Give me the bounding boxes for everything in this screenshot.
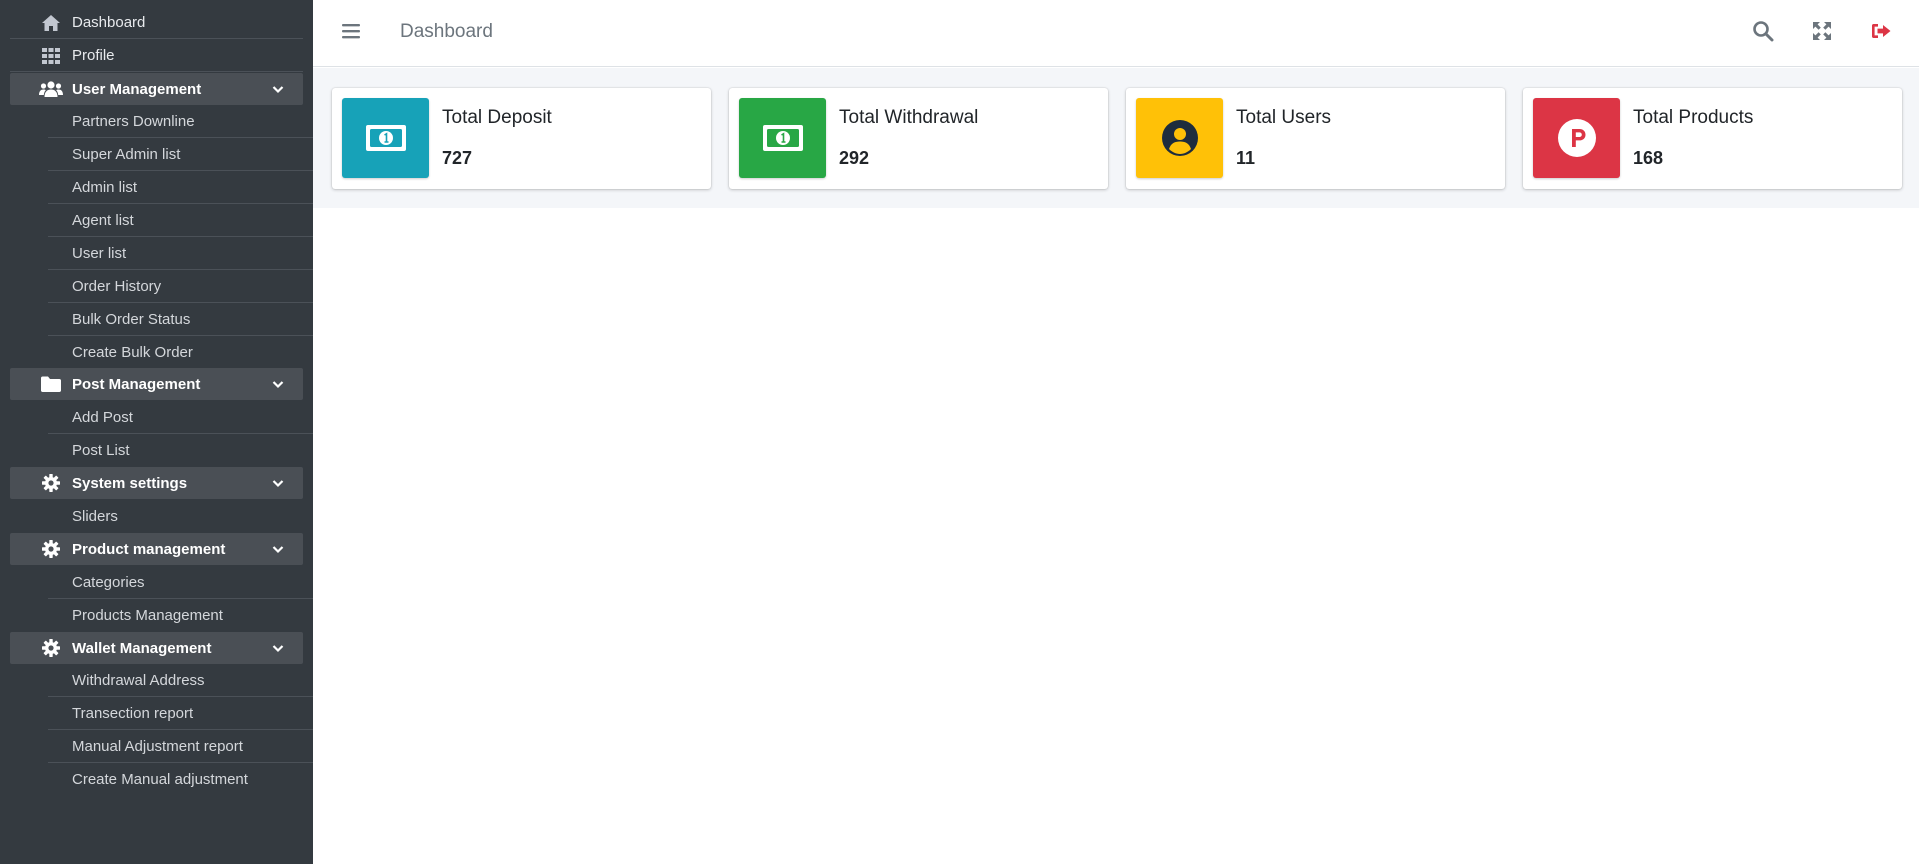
stat-label: Total Deposit: [442, 107, 552, 128]
main-content: Total Deposit 727 Total Withdrawal 292 T…: [313, 68, 1919, 208]
sidebar-item-profile[interactable]: Profile: [10, 40, 303, 72]
search-icon[interactable]: [1752, 20, 1774, 42]
sidebar-item-label: Dashboard: [72, 14, 146, 31]
sidebar-item-label: User list: [72, 244, 127, 262]
sidebar-item-label: Wallet Management: [72, 639, 212, 657]
sidebar-item-wallet-management[interactable]: Wallet Management: [10, 632, 303, 664]
sidebar-item-label: Product management: [72, 540, 226, 558]
grid-icon: [39, 46, 63, 66]
sidebar-item-super-admin-list[interactable]: Super Admin list: [48, 138, 313, 171]
sidebar-item-user-list[interactable]: User list: [48, 237, 313, 270]
sidebar-item-label: Transection report: [72, 704, 194, 722]
sidebar-item-label: Super Admin list: [72, 145, 181, 163]
chevron-down-icon: [271, 542, 285, 556]
sidebar-item-label: Add Post: [72, 408, 133, 426]
stat-value: 11: [1236, 148, 1256, 168]
sidebar-item-label: Order History: [72, 277, 162, 295]
sidebar-item-label: Create Bulk Order: [72, 344, 193, 361]
sidebar-item-user-management[interactable]: User Management: [10, 73, 303, 105]
sidebar-item-post-list[interactable]: Post List: [48, 434, 313, 467]
stat-value: 727: [442, 148, 473, 168]
sidebar-item-transection-report[interactable]: Transection report: [48, 697, 313, 730]
expand-icon[interactable]: [1811, 20, 1833, 42]
sidebar-item-label: Products Management: [72, 607, 223, 624]
sidebar-item-withdrawal-address[interactable]: Withdrawal Address: [48, 664, 313, 697]
sidebar-item-admin-list[interactable]: Admin list: [48, 171, 313, 204]
stat-card-total-products[interactable]: Total Products 168: [1523, 88, 1902, 189]
sidebar-item-label: Create Manual adjustment: [72, 771, 248, 788]
sidebar-item-dashboard[interactable]: Dashboard: [10, 7, 303, 39]
chevron-down-icon: [271, 476, 285, 490]
sidebar-item-products-management[interactable]: Products Management: [48, 599, 313, 632]
page-title[interactable]: Dashboard: [400, 21, 493, 43]
home-icon: [39, 13, 63, 33]
sidebar-item-label: Manual Adjustment report: [72, 737, 243, 755]
stat-label: Total Withdrawal: [839, 107, 979, 128]
sidebar-item-manual-adjustment-report[interactable]: Manual Adjustment report: [48, 730, 313, 763]
stat-value: 168: [1633, 148, 1664, 168]
sidebar-item-add-post[interactable]: Add Post: [48, 401, 313, 434]
sidebar-item-label: User Management: [72, 80, 202, 98]
sidebar-item-label: Categories: [72, 573, 145, 591]
sidebar-item-label: Withdrawal Address: [72, 671, 205, 689]
sidebar-item-order-history[interactable]: Order History: [48, 270, 313, 303]
sidebar-item-post-management[interactable]: Post Management: [10, 368, 303, 400]
sidebar-item-label: Admin list: [72, 178, 138, 196]
sidebar-item-partners-downline[interactable]: Partners Downline: [48, 105, 313, 138]
user-circle-icon: [1136, 98, 1223, 178]
chevron-down-icon: [271, 377, 285, 391]
sidebar-item-create-manual-adjustment[interactable]: Create Manual adjustment: [48, 763, 313, 796]
logout-icon[interactable]: [1870, 20, 1892, 42]
sidebar-item-label: Agent list: [72, 211, 134, 229]
gear-icon: [39, 539, 63, 559]
sidebar-item-categories[interactable]: Categories: [48, 566, 313, 599]
stat-card-total-users[interactable]: Total Users 11: [1126, 88, 1505, 189]
stat-value: 292: [839, 148, 870, 168]
sidebar-item-create-bulk-order[interactable]: Create Bulk Order: [48, 336, 313, 369]
money-bill-icon: [739, 98, 826, 178]
sidebar-item-bulk-order-status[interactable]: Bulk Order Status: [48, 303, 313, 336]
money-bill-icon: [342, 98, 429, 178]
stat-label: Total Users: [1236, 107, 1332, 128]
product-hunt-icon: [1533, 98, 1620, 178]
sidebar-item-label: Partners Downline: [72, 112, 195, 130]
sidebar-item-label: Post List: [72, 442, 130, 459]
sidebar-item-label: Post Management: [72, 375, 201, 393]
top-navbar: Dashboard: [313, 0, 1919, 67]
sidebar-item-label: System settings: [72, 474, 188, 492]
chevron-down-icon: [271, 641, 285, 655]
sidebar-item-agent-list[interactable]: Agent list: [48, 204, 313, 237]
stat-card-total-deposit[interactable]: Total Deposit 727: [332, 88, 711, 189]
folder-icon: [39, 374, 63, 394]
sidebar-item-label: Sliders: [72, 508, 118, 525]
sidebar-item-system-settings[interactable]: System settings: [10, 467, 303, 499]
menu-icon[interactable]: [340, 20, 362, 42]
sidebar-item-label: Bulk Order Status: [72, 310, 191, 328]
gear-icon: [39, 638, 63, 658]
stat-label: Total Products: [1633, 107, 1754, 128]
stat-card-total-withdrawal[interactable]: Total Withdrawal 292: [729, 88, 1108, 189]
sidebar: Dashboard Profile User Management Partne…: [0, 0, 313, 864]
sidebar-item-label: Profile: [72, 47, 115, 64]
chevron-down-icon: [271, 82, 285, 96]
sidebar-item-sliders[interactable]: Sliders: [48, 500, 313, 533]
sidebar-item-product-management[interactable]: Product management: [10, 533, 303, 565]
gear-icon: [39, 473, 63, 493]
users-icon: [39, 79, 63, 99]
